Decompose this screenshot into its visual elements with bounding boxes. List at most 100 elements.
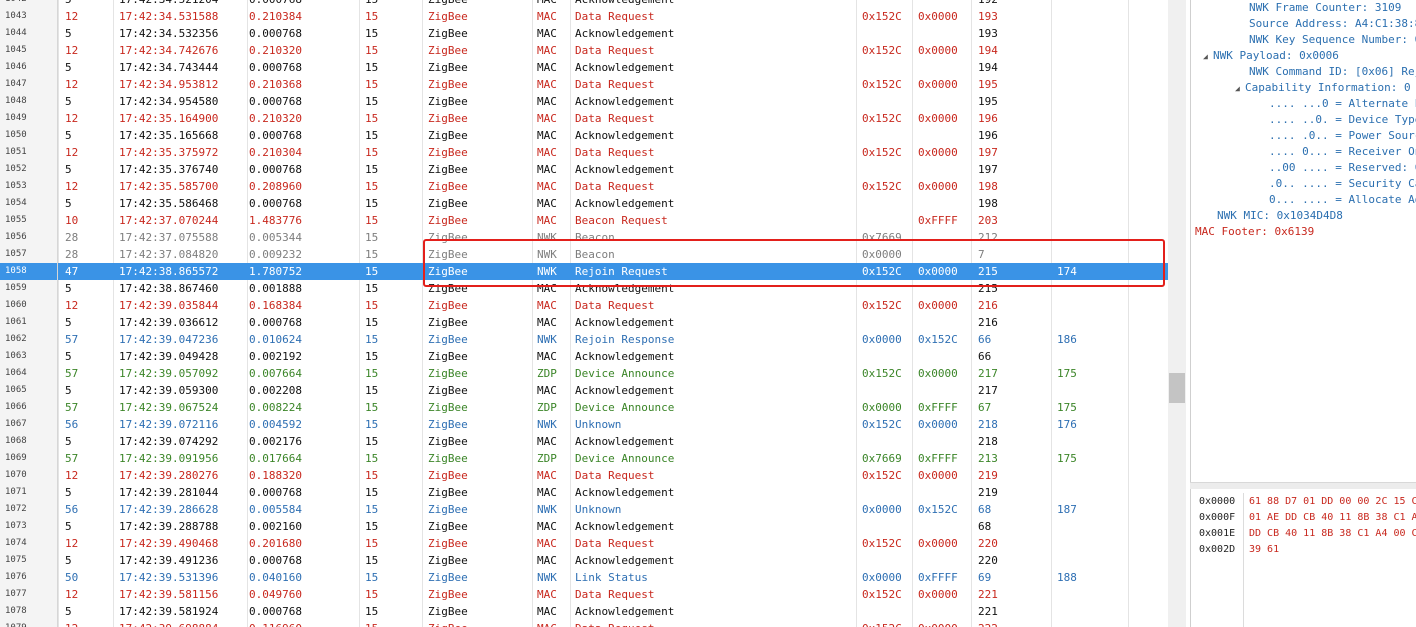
packet-row[interactable]: 1047 12 17:42:34.953812 0.210368 15 ZigBee MAC… [0, 76, 1168, 93]
packet-list[interactable]: 1042517:42:34.5212040.00076815ZigBeeMACA… [0, 0, 1168, 627]
cell-extra [1057, 178, 1127, 195]
packet-row[interactable]: 1066 57 17:42:39.067524 0.008224 15 ZigBee ZDP… [0, 399, 1168, 416]
packet-row[interactable]: 1044 5 17:42:34.532356 0.000768 15 ZigBee MAC A… [0, 25, 1168, 42]
detail-tree-item[interactable]: .... ...0 = Alternate P [1269, 96, 1416, 112]
cell-delta-time: 0.000768 [249, 605, 302, 618]
cell-length: 5 [65, 282, 72, 295]
packet-row[interactable]: 1071 5 17:42:39.281044 0.000768 15 ZigBee MAC A… [0, 484, 1168, 501]
packet-row[interactable]: 1064 57 17:42:39.057092 0.007664 15 ZigBee ZDP… [0, 365, 1168, 382]
byte-hex[interactable]: 39 61 [1249, 542, 1279, 558]
detail-tree-item[interactable]: ◢ Capability Information: 0 [1235, 80, 1411, 96]
cell-info: Acknowledgement [575, 95, 675, 108]
cell-destination: 0xFFFF [918, 452, 958, 465]
cell-protocol: ZigBee [428, 367, 468, 380]
packet-row[interactable]: 1078 5 17:42:39.581924 0.000768 15 ZigBee MAC A… [0, 603, 1168, 620]
packet-row[interactable]: 1069 57 17:42:39.091956 0.017664 15 ZigBee ZDP… [0, 450, 1168, 467]
cell-timestamp: 17:42:39.067524 [119, 401, 219, 414]
detail-tree-text: .... .0.. = Power Sourc [1269, 129, 1416, 142]
cell-timestamp: 17:42:39.047236 [119, 333, 219, 346]
scrollbar-thumb[interactable] [1169, 373, 1185, 403]
cell-delta-time: 0.201680 [249, 537, 302, 550]
cell-timestamp: 17:42:35.375972 [119, 146, 219, 159]
cell-destination [918, 518, 970, 535]
packet-row[interactable]: 1042 5 17:42:34.5212040.000768 15 ZigBee MAC A… [0, 0, 1168, 8]
collapse-arrow-icon[interactable]: ◢ [1235, 81, 1245, 97]
packet-row[interactable]: 1075 5 17:42:39.491236 0.000768 15 ZigBee MAC A… [0, 552, 1168, 569]
cell-channel: 15 [365, 129, 379, 142]
detail-tree-item[interactable]: Source Address: A4:C1:38:8 [1249, 16, 1416, 32]
detail-tree-item[interactable]: NWK Key Sequence Number: 0 [1249, 32, 1416, 48]
packet-row[interactable]: 1046 5 17:42:34.743444 0.000768 15 ZigBee MAC A… [0, 59, 1168, 76]
detail-tree-text: Source Address: A4:C1:38:8 [1249, 17, 1416, 30]
cell-length: 5 [65, 129, 72, 142]
detail-tree-item[interactable]: .... ..0. = Device Type [1269, 112, 1416, 128]
cell-delta-time: 0.001888 [249, 282, 302, 295]
detail-tree-item[interactable]: 0... .... = Allocate Ad [1269, 192, 1416, 208]
cell-info: Device Announce [575, 367, 675, 380]
detail-tree-item[interactable]: ◢ NWK Payload: 0x0006 [1203, 48, 1339, 64]
packet-row[interactable]: 1077 12 17:42:39.581156 0.049760 15 ZigBee MAC… [0, 586, 1168, 603]
packet-row[interactable]: 1062 57 17:42:39.047236 0.010624 15 ZigBee NWK… [0, 331, 1168, 348]
detail-tree-item[interactable]: ..00 .... = Reserved: 0 [1269, 160, 1416, 176]
packet-row[interactable]: 1065 5 17:42:39.059300 0.002208 15 ZigBee MAC A… [0, 382, 1168, 399]
byte-row[interactable]: 0x000F 01 AE DD CB 40 11 8B 38 C1 A [1191, 510, 1416, 526]
packet-row[interactable]: 1073 5 17:42:39.288788 0.002160 15 ZigBee MAC A… [0, 518, 1168, 535]
packet-row[interactable]: 1048 5 17:42:34.954580 0.000768 15 ZigBee MAC A… [0, 93, 1168, 110]
cell-channel: 15 [365, 282, 379, 295]
byte-row[interactable]: 0x001E DD CB 40 11 8B 38 C1 A4 00 C [1191, 526, 1416, 542]
detail-tree-item[interactable]: .0.. .... = Security Ca [1269, 176, 1416, 192]
cell-source [862, 518, 912, 535]
cell-delta-time: 0.000768 [249, 197, 302, 210]
cell-info: Link Status [575, 571, 648, 584]
cell-row-number: 1063 [0, 348, 58, 365]
detail-tree-item[interactable]: NWK MIC: 0x1034D4D8 [1217, 208, 1343, 224]
cell-length: 12 [65, 10, 79, 23]
packet-row[interactable]: 1055 10 17:42:37.070244 1.483776 15 ZigBee MAC… [0, 212, 1168, 229]
packet-row[interactable]: 1045 12 17:42:34.742676 0.210320 15 ZigBee MAC… [0, 42, 1168, 59]
cell-info: Acknowledgement [575, 384, 675, 397]
cell-length: 28 [65, 231, 79, 244]
packet-details-tree[interactable]: NWK Frame Counter: 3109 Source Address: A… [1190, 0, 1416, 482]
packet-row[interactable]: 1068 5 17:42:39.074292 0.002176 15 ZigBee MAC A… [0, 433, 1168, 450]
cell-destination [918, 161, 970, 178]
cell-layer: NWK [537, 503, 557, 516]
packet-row[interactable]: 1043 12 17:42:34.531588 0.210384 15 ZigBee MAC… [0, 8, 1168, 25]
byte-hex[interactable]: 61 88 D7 01 DD 00 00 2C 15 C [1249, 494, 1416, 510]
packet-row[interactable]: 1049 12 17:42:35.164900 0.210320 15 ZigBee MAC… [0, 110, 1168, 127]
cell-protocol: ZigBee [428, 78, 468, 91]
byte-hex[interactable]: 01 AE DD CB 40 11 8B 38 C1 A [1249, 510, 1416, 526]
detail-tree-item[interactable]: NWK Command ID: [0x06] Rej [1249, 64, 1416, 80]
packet-row[interactable]: 1079 12 17:42:39.6988840.116960 15 ZigBee MAC… [0, 620, 1168, 627]
packet-row[interactable]: 1072 56 17:42:39.286628 0.005584 15 ZigBee NWK… [0, 501, 1168, 518]
packet-row[interactable]: 1053 12 17:42:35.585700 0.208960 15 ZigBee MAC… [0, 178, 1168, 195]
packet-row[interactable]: 1074 12 17:42:39.490468 0.201680 15 ZigBee MAC… [0, 535, 1168, 552]
packet-row[interactable]: 1054 5 17:42:35.586468 0.000768 15 ZigBee MAC A… [0, 195, 1168, 212]
byte-row[interactable]: 0x0000 61 88 D7 01 DD 00 00 2C 15 C [1191, 494, 1416, 510]
packet-list-scrollbar[interactable] [1168, 0, 1186, 627]
packet-row[interactable]: 1051 12 17:42:35.375972 0.210304 15 ZigBee MAC… [0, 144, 1168, 161]
detail-tree-item[interactable]: NWK Frame Counter: 3109 [1249, 0, 1401, 16]
detail-tree-item[interactable]: ▷MAC Footer: 0x6139 [1191, 224, 1314, 240]
cell-extra: 176 [1057, 418, 1077, 431]
packet-row[interactable]: 1067 56 17:42:39.072116 0.004592 15 ZigBee NWK… [0, 416, 1168, 433]
packet-row[interactable]: 1063 5 17:42:39.049428 0.002192 15 ZigBee MAC A… [0, 348, 1168, 365]
packet-row[interactable]: 1061 5 17:42:39.036612 0.000768 15 ZigBee MAC A… [0, 314, 1168, 331]
byte-hex[interactable]: DD CB 40 11 8B 38 C1 A4 00 C [1249, 526, 1416, 542]
packet-row[interactable]: 1052 5 17:42:35.376740 0.000768 15 ZigBee MAC A… [0, 161, 1168, 178]
detail-tree-item[interactable]: .... 0... = Receiver On [1269, 144, 1416, 160]
cell-destination [918, 484, 970, 501]
cell-source: 0x0000 [862, 333, 902, 346]
detail-tree-item[interactable]: .... .0.. = Power Sourc [1269, 128, 1416, 144]
packet-bytes-pane[interactable]: 0x0000 61 88 D7 01 DD 00 00 2C 15 C 0x000F… [1190, 489, 1416, 627]
packet-row[interactable]: 1050 5 17:42:35.165668 0.000768 15 ZigBee MAC A… [0, 127, 1168, 144]
packet-row[interactable]: 1076 50 17:42:39.531396 0.040160 15 ZigBee NWK… [0, 569, 1168, 586]
detail-tree-text: NWK Command ID: [0x06] Rej [1249, 65, 1416, 78]
packet-row[interactable]: 1060 12 17:42:39.035844 0.168384 15 ZigBee MAC… [0, 297, 1168, 314]
byte-row[interactable]: 0x002D 39 61 [1191, 542, 1416, 558]
cell-layer: MAC [537, 469, 557, 482]
cell-layer: MAC [537, 214, 557, 227]
collapse-arrow-icon[interactable]: ◢ [1203, 49, 1213, 65]
cell-row-number: 1058 [0, 263, 58, 280]
packet-row[interactable]: 1070 12 17:42:39.280276 0.188320 15 ZigBee MAC… [0, 467, 1168, 484]
cell-destination: 0x0000 [918, 180, 958, 193]
